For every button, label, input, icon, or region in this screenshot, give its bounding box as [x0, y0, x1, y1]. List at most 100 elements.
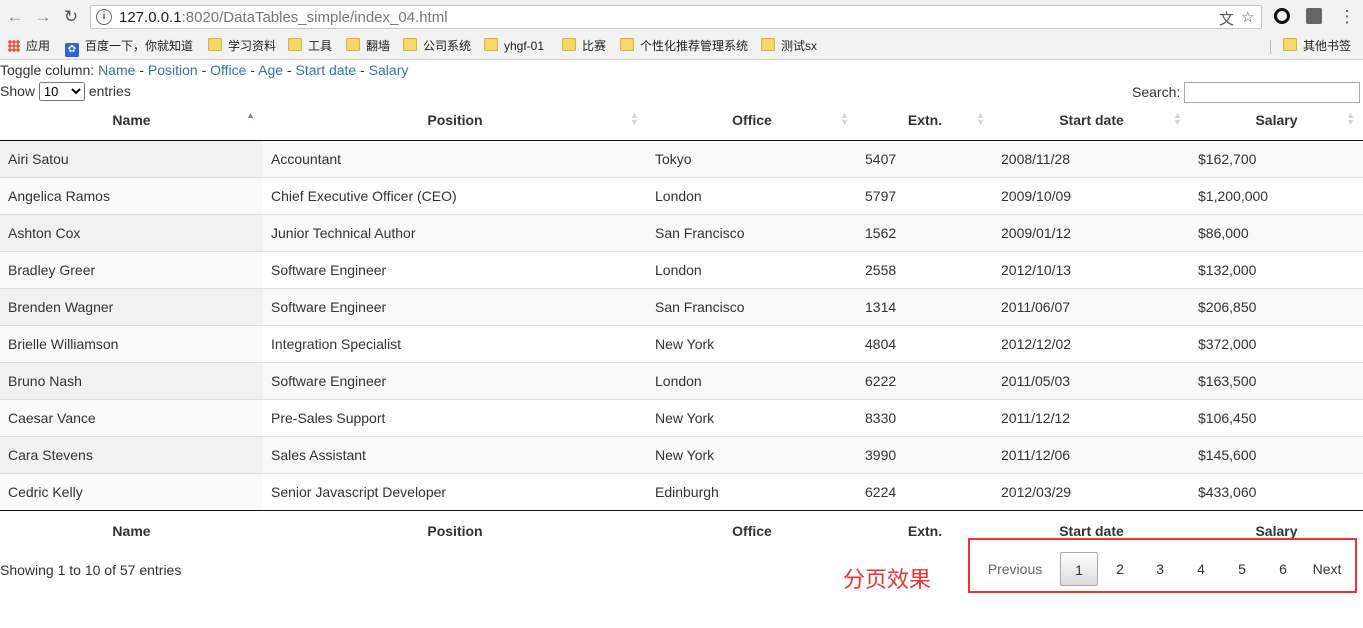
menu-kebab-icon[interactable]: ⋮: [1337, 7, 1357, 27]
cell-salary: $372,000: [1190, 325, 1363, 363]
table-row[interactable]: Caesar Vance Pre-Sales Support New York 833…: [0, 399, 1363, 437]
separator: -: [139, 62, 144, 78]
bookmark-folder[interactable]: 翻墙: [346, 38, 390, 54]
cell-office: New York: [647, 325, 857, 363]
cell-office: London: [647, 251, 857, 289]
table-row[interactable]: Cedric Kelly Senior Javascript Developer E…: [0, 473, 1363, 511]
cell-position: Pre-Sales Support: [263, 399, 647, 437]
sort-both-icon: ▲ ▼: [976, 110, 985, 127]
bookmark-folder[interactable]: 公司系统: [403, 38, 471, 54]
cell-position: Junior Technical Author: [263, 214, 647, 252]
forward-arrow-icon[interactable]: →: [33, 7, 53, 27]
table-body: Airi Satou Accountant Tokyo 5407 2008/11/28 $…: [0, 140, 1363, 511]
cell-salary: $206,850: [1190, 288, 1363, 326]
bookmark-folder[interactable]: 测试sx: [761, 38, 817, 54]
cell-salary: $106,450: [1190, 399, 1363, 437]
toggle-start-date-link[interactable]: Start date: [296, 62, 357, 78]
separator: -: [250, 62, 256, 78]
page-button-2[interactable]: 2: [1101, 552, 1139, 586]
table-row[interactable]: Ashton Cox Junior Technical Author San Fra…: [0, 214, 1363, 252]
cell-extn: 6224: [857, 473, 993, 511]
extension-circle-icon[interactable]: [1274, 8, 1290, 24]
toggle-position-link[interactable]: Position: [148, 62, 198, 78]
bookmark-folder[interactable]: 比赛: [562, 38, 606, 54]
cell-position: Chief Executive Officer (CEO): [263, 177, 647, 215]
toggle-office-link[interactable]: Office: [210, 62, 246, 78]
bookmark-other[interactable]: 其他书签: [1283, 38, 1351, 54]
cell-name: Airi Satou: [0, 140, 263, 178]
next-button[interactable]: Next: [1305, 552, 1349, 586]
folder-icon: [403, 38, 417, 51]
sort-both-icon: ▲ ▼: [1173, 110, 1182, 127]
table-row[interactable]: Cara Stevens Sales Assistant New York 3990 2…: [0, 436, 1363, 474]
page-button-3[interactable]: 3: [1141, 552, 1179, 586]
folder-icon: [562, 38, 576, 51]
table-row[interactable]: Bruno Nash Software Engineer London 6222 201…: [0, 362, 1363, 400]
table-row[interactable]: Brielle Williamson Integration Specialist…: [0, 325, 1363, 363]
page-button-1[interactable]: 1: [1060, 552, 1098, 586]
cell-start-date: 2009/10/09: [993, 177, 1190, 215]
page-button-5[interactable]: 5: [1223, 552, 1261, 586]
toggle-salary-link[interactable]: Salary: [369, 62, 409, 78]
toggle-column-bar: Toggle column: Name - Position - Office …: [0, 62, 408, 78]
length-control: Show 10 entries: [0, 82, 131, 101]
page-button-6[interactable]: 6: [1264, 552, 1302, 586]
translate-icon[interactable]: 文: [1219, 8, 1234, 29]
table-row[interactable]: Airi Satou Accountant Tokyo 5407 2008/11/28 $…: [0, 140, 1363, 178]
cell-extn: 4804: [857, 325, 993, 363]
toggle-name-link[interactable]: Name: [98, 62, 135, 78]
show-label: Show: [0, 83, 36, 99]
cell-position: Software Engineer: [263, 362, 647, 400]
pagination-annotation: 分页效果: [843, 568, 932, 593]
col-header-position[interactable]: Position ▲ ▼: [263, 100, 647, 141]
url-text[interactable]: 127.0.0.1:8020/DataTables_simple/index_0…: [119, 9, 448, 26]
baidu-paw-icon: ✿: [65, 43, 79, 57]
table-row[interactable]: Brenden Wagner Software Engineer San Franc…: [0, 288, 1363, 326]
cell-office: New York: [647, 399, 857, 437]
col-header-office[interactable]: Office ▲ ▼: [647, 100, 857, 141]
cell-extn: 8330: [857, 399, 993, 437]
bookmarks-bar: 应用 ✿ 百度一下，你就知道 学习资料 工具 翻墙 公司系统 yhgf-01 比赛…: [0, 34, 1363, 60]
cell-salary: $163,500: [1190, 362, 1363, 400]
back-arrow-icon[interactable]: ←: [5, 7, 25, 27]
toggle-label: Toggle column:: [0, 62, 95, 78]
page-button-4[interactable]: 4: [1182, 552, 1220, 586]
bookmark-folder[interactable]: yhgf-01: [484, 38, 544, 54]
reload-icon[interactable]: ↻: [61, 7, 81, 27]
bookmark-star-icon[interactable]: ☆: [1241, 8, 1254, 26]
table-row[interactable]: Angelica Ramos Chief Executive Officer (C…: [0, 177, 1363, 215]
toggle-age-link[interactable]: Age: [258, 62, 283, 78]
cell-start-date: 2011/06/07: [993, 288, 1190, 326]
col-header-extn[interactable]: Extn. ▲ ▼: [857, 100, 993, 141]
cell-name: Brenden Wagner: [0, 288, 263, 326]
cell-salary: $162,700: [1190, 140, 1363, 178]
header-label: Office: [732, 112, 772, 128]
col-header-name[interactable]: Name ▲: [0, 100, 263, 141]
cell-salary: $132,000: [1190, 251, 1363, 289]
cell-start-date: 2011/12/12: [993, 399, 1190, 437]
bookmark-baidu[interactable]: ✿ 百度一下，你就知道: [65, 38, 193, 57]
extension-grid-icon[interactable]: [1306, 8, 1322, 24]
cell-position: Software Engineer: [263, 251, 647, 289]
table-row[interactable]: Bradley Greer Software Engineer London 2558…: [0, 251, 1363, 289]
page-info-icon[interactable]: i: [96, 9, 112, 25]
cell-extn: 6222: [857, 362, 993, 400]
cell-office: Tokyo: [647, 140, 857, 178]
address-bar[interactable]: i 127.0.0.1:8020/DataTables_simple/index…: [90, 5, 1262, 29]
cell-name: Bradley Greer: [0, 251, 263, 289]
bookmark-apps[interactable]: 应用: [8, 38, 50, 54]
entries-per-page-select[interactable]: 10: [38, 82, 85, 101]
bookmark-folder[interactable]: 学习资料: [208, 38, 276, 54]
separator: -: [286, 62, 292, 78]
bookmark-folder[interactable]: 工具: [288, 38, 332, 54]
cell-office: San Francisco: [647, 288, 857, 326]
previous-button[interactable]: Previous: [982, 552, 1048, 586]
cell-start-date: 2011/12/06: [993, 436, 1190, 474]
cell-position: Integration Specialist: [263, 325, 647, 363]
bookmark-folder[interactable]: 个性化推荐管理系统: [620, 38, 748, 54]
col-header-salary[interactable]: Salary ▲ ▼: [1190, 100, 1363, 141]
col-header-start-date[interactable]: Start date ▲ ▼: [993, 100, 1190, 141]
cell-start-date: 2012/12/02: [993, 325, 1190, 363]
cell-extn: 5407: [857, 140, 993, 178]
header-label: Position: [427, 112, 483, 128]
